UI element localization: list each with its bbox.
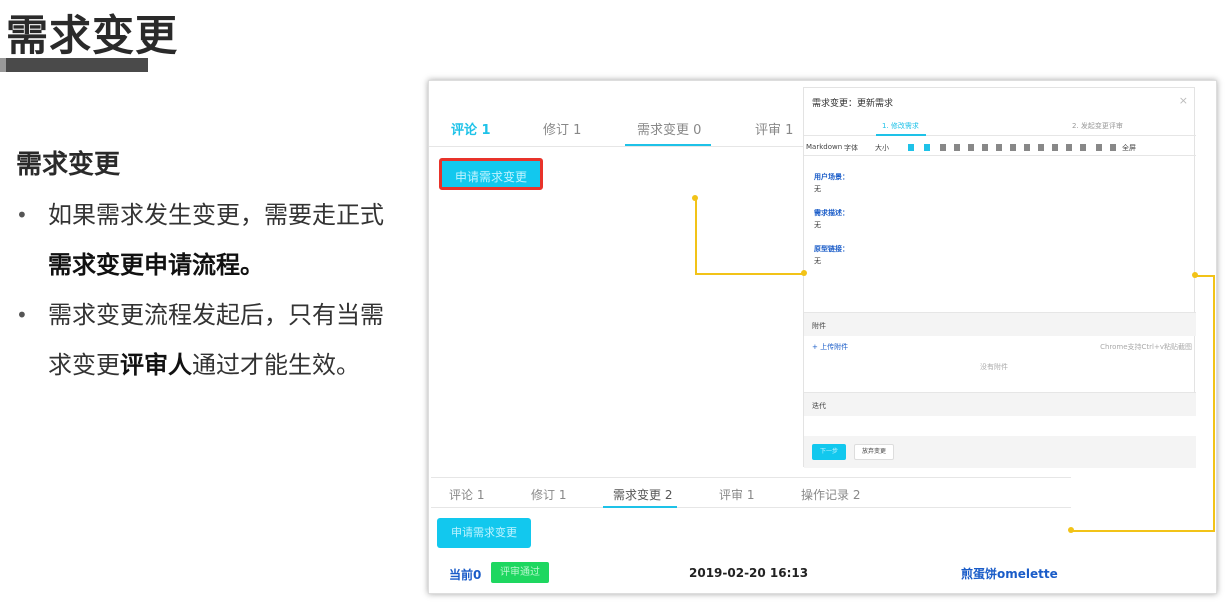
image-icon[interactable]: [1096, 144, 1102, 151]
discard-change-button[interactable]: 放弃变更: [854, 444, 894, 460]
bullet-item: • 如果需求发生变更，需要走正式需求变更申请流程。: [14, 190, 394, 290]
align-left-icon[interactable]: [1038, 144, 1044, 151]
tab-reviews[interactable]: 评审 1: [719, 486, 754, 503]
align-right-icon[interactable]: [1066, 144, 1072, 151]
unordered-list-icon[interactable]: [1024, 144, 1030, 151]
iteration-header: 迭代: [804, 392, 1196, 416]
bullet-text: 通过才能生效。: [192, 351, 360, 379]
tab-requirement-changes[interactable]: 需求变更 2: [613, 486, 672, 503]
tab-requirement-changes[interactable]: 需求变更 0: [637, 119, 701, 138]
connector-line: [695, 273, 805, 275]
no-attachments-text: 没有附件: [980, 363, 1008, 371]
current-version-label: 当前0: [449, 568, 482, 582]
bullet-text: 如果需求发生变更，需要走正式: [48, 201, 384, 229]
font-color-icon[interactable]: [908, 144, 914, 151]
tab-comments[interactable]: 评论 1: [451, 119, 491, 138]
italic-icon[interactable]: [954, 144, 960, 151]
slide-title: 需求变更: [6, 11, 179, 60]
paste-hint: Chrome支持Ctrl+v粘贴截图: [1100, 343, 1192, 351]
apply-change-button[interactable]: 申请需求变更: [439, 158, 543, 190]
connector-line: [1213, 275, 1215, 531]
field-label: 用户场景：: [814, 173, 849, 181]
link-icon[interactable]: [1110, 144, 1116, 151]
attachments-area: + 上传附件 Chrome支持Ctrl+v粘贴截图 没有附件: [804, 336, 1196, 392]
author-link[interactable]: 煎蛋饼omelette: [961, 565, 1058, 582]
bottom-tab-bar: 评论 1 修订 1 需求变更 2 评审 1 操作记录 2: [431, 478, 1071, 508]
title-underline-cap: [0, 58, 6, 72]
strikethrough-icon[interactable]: [982, 144, 988, 151]
change-dialog: 需求变更：更新需求 × 1. 修改需求 2. 发起变更评审 Markdown 字…: [803, 87, 1196, 468]
dialog-title: 需求变更：更新需求: [812, 99, 894, 109]
connector-dot: [801, 270, 807, 276]
bullet-bold-text: 评审人: [120, 351, 192, 379]
font-select[interactable]: 字体: [844, 143, 858, 153]
field-label: 需求描述：: [814, 209, 849, 217]
tab-activity-log[interactable]: 操作记录 2: [801, 486, 860, 503]
connector-dot: [1068, 527, 1074, 533]
underline-icon[interactable]: [968, 144, 974, 151]
fullscreen-button[interactable]: 全屏: [1122, 143, 1136, 153]
field-value: 无: [814, 257, 821, 265]
align-center-icon[interactable]: [1052, 144, 1058, 151]
close-icon[interactable]: ×: [1179, 94, 1188, 107]
next-step-button[interactable]: 下一步: [812, 444, 846, 460]
top-tab-bar: 评论 1 修订 1 需求变更 0 评审 1: [429, 111, 805, 147]
highlight-icon[interactable]: [924, 144, 930, 151]
table-icon[interactable]: [1080, 144, 1086, 151]
tab-comments[interactable]: 评论 1: [449, 486, 484, 503]
step-underline: [876, 134, 926, 136]
field-label: 原型链接：: [814, 245, 849, 253]
connector-line: [1071, 530, 1215, 532]
apply-change-button[interactable]: 申请需求变更: [437, 518, 531, 548]
review-status-badge: 评审通过: [491, 562, 549, 583]
connector-line: [695, 198, 697, 274]
bold-icon[interactable]: [940, 144, 946, 151]
markdown-toggle[interactable]: Markdown: [806, 143, 842, 151]
subscript-icon[interactable]: [996, 144, 1002, 151]
step-bar: 1. 修改需求 2. 发起变更评审: [804, 118, 1196, 136]
tab-reviews[interactable]: 评审 1: [755, 119, 793, 138]
attachments-label: 附件: [812, 322, 826, 330]
bullet-list: • 如果需求发生变更，需要走正式需求变更申请流程。 • 需求变更流程发起后，只有…: [14, 190, 394, 390]
editor-area[interactable]: 用户场景： 无 需求描述： 无 原型链接： 无: [804, 158, 1196, 310]
size-select[interactable]: 大小: [875, 143, 889, 153]
bullet-dot-icon: •: [16, 303, 28, 327]
upload-attachment-link[interactable]: + 上传附件: [812, 342, 848, 352]
ordered-list-icon[interactable]: [1010, 144, 1016, 151]
bullet-bold-text: 需求变更申请流程。: [48, 251, 264, 279]
tab-revisions[interactable]: 修订 1: [531, 486, 566, 503]
field-value: 无: [814, 185, 821, 193]
tab-underline: [625, 144, 711, 146]
attachments-header: 附件: [804, 312, 1196, 336]
field-value: 无: [814, 221, 821, 229]
tab-underline: [603, 506, 677, 508]
tab-revisions[interactable]: 修订 1: [543, 119, 581, 138]
editor-toolbar: Markdown 字体 大小 全屏: [804, 140, 1196, 156]
bullet-dot-icon: •: [16, 203, 28, 227]
bottom-panel: 评论 1 修订 1 需求变更 2 评审 1 操作记录 2 申请需求变更 当前0 …: [431, 477, 1071, 591]
bullet-item: • 需求变更流程发起后，只有当需求变更评审人通过才能生效。: [14, 290, 394, 390]
connector-line: [1195, 275, 1215, 277]
title-underline-bar: [0, 58, 148, 72]
iteration-field[interactable]: [804, 416, 1196, 436]
step-review[interactable]: 2. 发起变更评审: [1072, 121, 1123, 131]
step-edit[interactable]: 1. 修改需求: [882, 121, 919, 131]
dialog-footer: 下一步 放弃变更: [804, 436, 1196, 468]
change-timestamp: 2019-02-20 16:13: [689, 566, 809, 580]
iteration-label: 迭代: [812, 402, 826, 410]
app-screenshot: 评论 1 修订 1 需求变更 0 评审 1 申请需求变更 需求变更：更新需求 ×…: [428, 80, 1217, 594]
section-heading: 需求变更: [16, 150, 121, 180]
